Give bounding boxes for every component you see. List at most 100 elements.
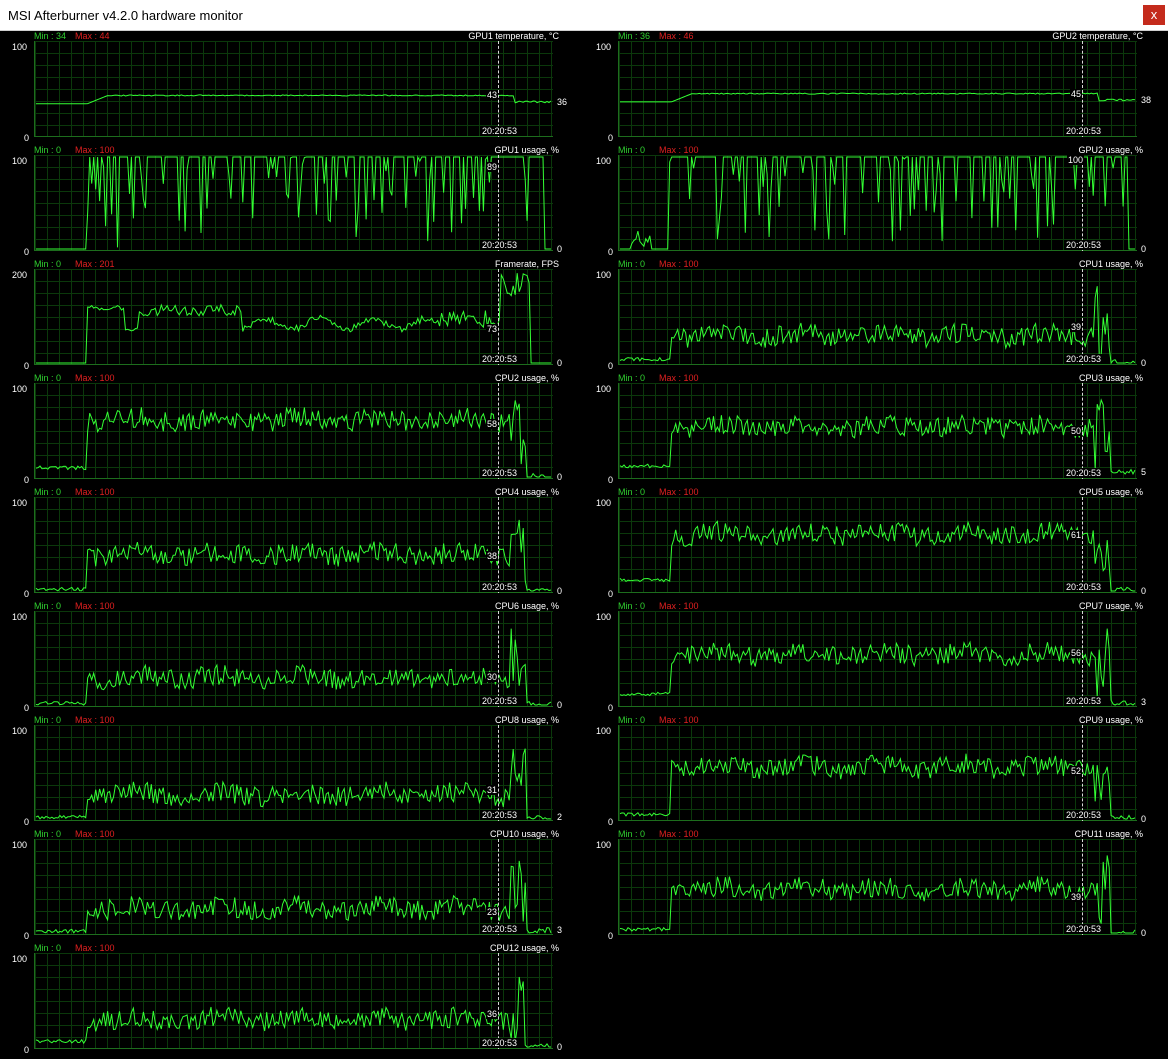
time-cursor[interactable] — [1082, 155, 1083, 251]
current-value: 0 — [557, 586, 563, 596]
y-axis-max: 100 — [12, 612, 28, 622]
series-line — [35, 860, 552, 934]
cursor-value: 89 — [486, 162, 499, 173]
min-label: Min : 0 — [34, 373, 62, 383]
cursor-value: 30 — [486, 672, 499, 683]
min-label: Min : 0 — [618, 715, 646, 725]
time-cursor[interactable] — [498, 155, 499, 251]
y-axis-max: 100 — [12, 954, 28, 964]
min-label: Min : 0 — [34, 715, 62, 725]
graph-title: CPU2 usage, % — [494, 373, 559, 383]
graph-cpu7-usage: Min : 0 Max : 100 CPU7 usage, % 100 0 56 20:20… — [596, 601, 1148, 715]
series-line — [36, 155, 551, 250]
graph-svg — [36, 155, 551, 250]
y-axis-min: 0 — [608, 361, 614, 371]
max-label: Max : 100 — [75, 487, 115, 497]
time-cursor[interactable] — [498, 41, 499, 137]
cursor-value: 31 — [486, 785, 499, 796]
window-title: MSI Afterburner v4.2.0 hardware monitor — [8, 8, 243, 23]
current-value: 0 — [557, 358, 563, 368]
time-cursor[interactable] — [498, 953, 499, 1049]
cursor-value: 73 — [486, 324, 499, 335]
graph-title: CPU8 usage, % — [494, 715, 559, 725]
graph-cpu3-usage: Min : 0 Max : 100 CPU3 usage, % 100 0 50 20:20… — [596, 373, 1148, 487]
current-value: 3 — [557, 925, 563, 936]
current-value: 38 — [1141, 95, 1152, 106]
y-axis-min: 0 — [24, 361, 30, 371]
time-cursor[interactable] — [1082, 383, 1083, 479]
graph-title: CPU7 usage, % — [1078, 601, 1143, 611]
time-cursor[interactable] — [498, 611, 499, 707]
graph-cpu4-usage: Min : 0 Max : 100 CPU4 usage, % 100 0 38 20:20… — [12, 487, 564, 601]
cursor-time: 20:20:53 — [481, 582, 519, 592]
time-cursor[interactable] — [1082, 611, 1083, 707]
time-cursor[interactable] — [1082, 41, 1083, 137]
cursor-time: 20:20:53 — [1065, 696, 1103, 706]
y-axis-min: 0 — [24, 703, 30, 713]
cursor-value: 52 — [1070, 766, 1083, 777]
series-line — [35, 748, 552, 820]
current-value: 36 — [557, 96, 568, 107]
series-line — [35, 628, 552, 706]
series-line — [36, 272, 551, 364]
current-value: 0 — [557, 244, 563, 254]
max-label: Max : 100 — [75, 943, 115, 953]
y-axis-max: 100 — [596, 270, 612, 280]
y-axis-max: 100 — [596, 840, 612, 850]
min-label: Min : 0 — [34, 829, 62, 839]
cursor-time: 20:20:53 — [481, 1038, 519, 1048]
graph-title: CPU3 usage, % — [1078, 373, 1143, 383]
max-label: Max : 100 — [75, 373, 115, 383]
time-cursor[interactable] — [498, 839, 499, 935]
series-line — [619, 286, 1136, 365]
current-value: 5 — [1141, 467, 1147, 478]
y-axis-min: 0 — [24, 817, 30, 827]
y-axis-min: 0 — [608, 475, 614, 485]
series-line — [619, 855, 1136, 934]
cursor-value: 58 — [486, 418, 499, 429]
cursor-time: 20:20:53 — [481, 924, 519, 934]
cursor-time: 20:20:53 — [1065, 126, 1103, 136]
time-cursor[interactable] — [1082, 497, 1083, 593]
time-cursor[interactable] — [498, 497, 499, 593]
y-axis-max: 100 — [12, 42, 28, 52]
min-label: Min : 0 — [618, 373, 646, 383]
series-line — [35, 519, 552, 592]
time-cursor[interactable] — [498, 725, 499, 821]
min-label: Min : 0 — [34, 601, 62, 611]
max-label: Max : 201 — [75, 259, 115, 269]
max-label: Max : 100 — [659, 601, 699, 611]
close-icon: x — [1150, 7, 1158, 22]
cursor-value: 100 — [1067, 155, 1085, 165]
graph-svg — [35, 976, 551, 1048]
current-value: 3 — [1141, 697, 1147, 708]
y-axis-max: 100 — [596, 498, 612, 508]
graph-gpu1-temperature: Min : 34 Max : 44 GPU1 temperature, °C 100 0… — [12, 31, 568, 145]
y-axis-max: 100 — [596, 156, 612, 166]
graph-plot: 45 20:20:53 — [618, 41, 1137, 137]
time-cursor[interactable] — [498, 383, 499, 479]
y-axis-max: 100 — [12, 840, 28, 850]
graph-plot: 39 20:20:53 — [618, 269, 1137, 365]
time-cursor[interactable] — [1082, 269, 1083, 365]
y-axis-min: 0 — [24, 589, 30, 599]
graph-title: GPU2 usage, % — [1078, 145, 1143, 155]
max-label: Max : 46 — [659, 31, 694, 41]
time-cursor[interactable] — [498, 269, 499, 365]
cursor-time: 20:20:53 — [481, 468, 519, 478]
time-cursor[interactable] — [1082, 839, 1083, 935]
graph-title: CPU4 usage, % — [494, 487, 559, 497]
graph-svg — [35, 860, 552, 934]
graph-title: GPU2 temperature, °C — [1052, 31, 1143, 41]
y-axis-max: 100 — [12, 498, 28, 508]
y-axis-max: 100 — [12, 384, 28, 394]
max-label: Max : 100 — [75, 829, 115, 839]
time-cursor[interactable] — [1082, 725, 1083, 821]
cursor-time: 20:20:53 — [1065, 582, 1103, 592]
close-button[interactable]: x — [1143, 5, 1165, 25]
series-line — [619, 520, 1135, 592]
series-line — [36, 94, 552, 105]
graph-cpu9-usage: Min : 0 Max : 100 CPU9 usage, % 100 0 52 20:20… — [596, 715, 1148, 829]
cursor-time: 20:20:53 — [481, 240, 519, 250]
graph-svg — [619, 286, 1136, 365]
